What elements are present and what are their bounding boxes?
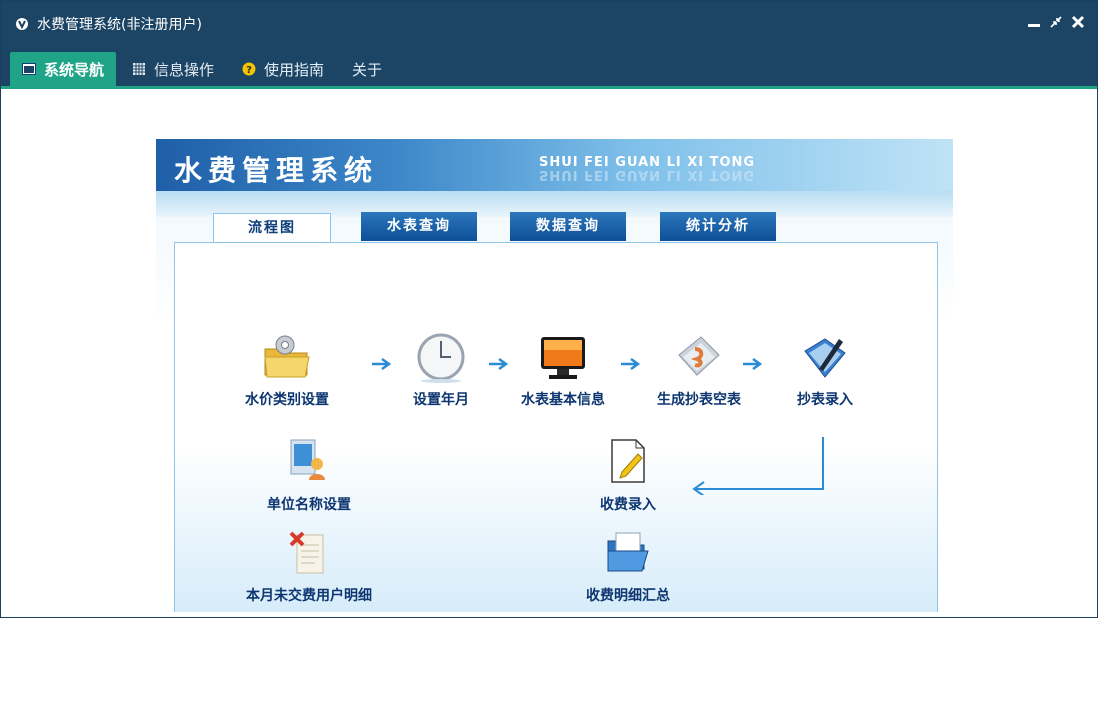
help-icon: ?: [242, 62, 256, 76]
window-title: 水费管理系统(非注册用户): [37, 17, 202, 33]
delete-document-icon: [283, 527, 335, 579]
pen-book-icon: [799, 331, 851, 383]
return-arrow-icon: [690, 435, 830, 499]
open-folder-icon: [602, 527, 654, 579]
node-fee-detail-summary[interactable]: 收费明细汇总: [558, 527, 698, 605]
node-label: 抄表录入: [797, 392, 853, 408]
menu-about[interactable]: 关于: [340, 52, 394, 86]
banner-title: 水费管理系统: [174, 154, 379, 187]
node-label: 单位名称设置: [267, 497, 351, 513]
monitor-icon: [537, 331, 589, 383]
menu-user-guide[interactable]: ? 使用指南: [230, 52, 336, 86]
svg-text:?: ?: [246, 65, 252, 76]
window-controls: [1027, 15, 1085, 29]
menu-label: 系统导航: [44, 60, 105, 79]
menu-label: 使用指南: [264, 60, 325, 79]
tab-meter-query[interactable]: 水表查询: [361, 212, 477, 241]
clock-icon: [415, 331, 467, 383]
node-label: 设置年月: [413, 392, 469, 408]
node-label: 收费录入: [600, 497, 656, 513]
node-unpaid-users-detail[interactable]: 本月未交费用户明细: [219, 527, 399, 605]
minimize-icon[interactable]: [1027, 15, 1041, 29]
window-icon: [22, 62, 36, 76]
menu-system-nav[interactable]: 系统导航: [10, 52, 117, 86]
edit-document-icon: [602, 436, 654, 488]
node-water-price-category[interactable]: 水价类别设置: [217, 331, 357, 409]
tab-flowchart[interactable]: 流程图: [213, 213, 331, 244]
app-window: 水费管理系统(非注册用户) 系统导航 信息操作 ? 使用指南 关于 水费管理系统…: [0, 0, 1098, 618]
restore-icon[interactable]: [1049, 15, 1063, 29]
title-bar: 水费管理系统(非注册用户): [1, 1, 1097, 47]
tab-data-query[interactable]: 数据查询: [510, 212, 626, 241]
menu-bar: 系统导航 信息操作 ? 使用指南 关于: [1, 47, 1097, 89]
document-stack-icon: [673, 331, 725, 383]
grid-icon: [132, 62, 146, 76]
computer-user-icon: [283, 436, 335, 488]
app-logo-icon: [15, 17, 29, 31]
node-label: 水价类别设置: [245, 392, 329, 408]
menu-label: 关于: [352, 60, 383, 79]
menu-info-ops[interactable]: 信息操作: [120, 52, 226, 86]
content-area: 水费管理系统 SHUI FEI GUAN LI XI TONG SHUI FEI…: [1, 90, 1097, 617]
menu-label: 信息操作: [154, 60, 215, 79]
node-fee-entry[interactable]: 收费录入: [558, 436, 698, 514]
node-meter-reading-entry[interactable]: 抄表录入: [755, 331, 895, 409]
folder-gear-icon: [261, 331, 313, 383]
banner: 水费管理系统 SHUI FEI GUAN LI XI TONG SHUI FEI…: [156, 139, 953, 191]
navigation-panel: 水费管理系统 SHUI FEI GUAN LI XI TONG SHUI FEI…: [156, 139, 953, 612]
node-label: 收费明细汇总: [586, 588, 670, 604]
tab-statistics[interactable]: 统计分析: [660, 212, 776, 241]
node-label: 本月未交费用户明细: [246, 588, 372, 604]
node-meter-basic-info[interactable]: 水表基本信息: [493, 331, 633, 409]
close-icon[interactable]: [1071, 15, 1085, 29]
flowchart-frame: 水价类别设置 设置年月 水表基本信息 生成抄表空表 抄表录入 单位名称设置 收费…: [174, 242, 938, 612]
banner-subtitle-reflection: SHUI FEI GUAN LI XI TONG: [539, 167, 756, 182]
node-label: 生成抄表空表: [657, 392, 741, 408]
node-label: 水表基本信息: [521, 392, 605, 408]
node-unit-name-setting[interactable]: 单位名称设置: [239, 436, 379, 514]
